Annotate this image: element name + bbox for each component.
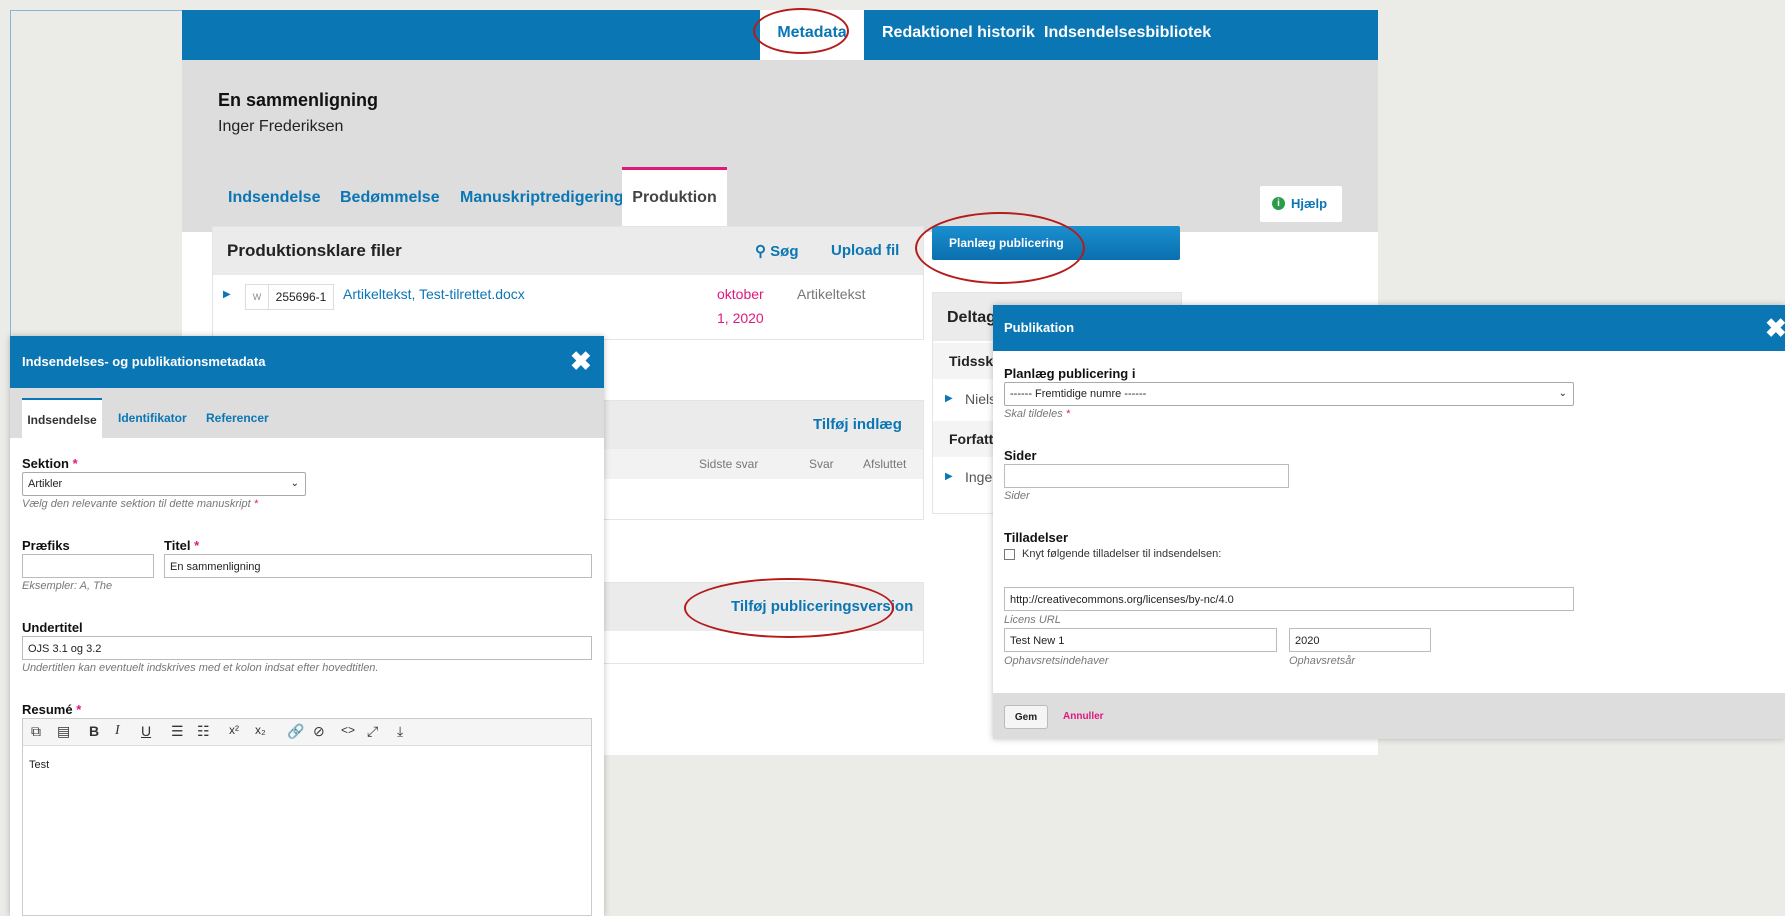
col-last-reply: Sidste svar	[699, 457, 759, 471]
tab-references[interactable]: Referencer	[206, 398, 269, 438]
tab-submission[interactable]: Indsendelse	[228, 170, 320, 230]
bold-icon[interactable]: B	[89, 723, 99, 739]
copy-icon[interactable]: ⧉	[31, 723, 41, 740]
pages-hint: Sider	[1004, 490, 1030, 502]
copyright-holder-input[interactable]: Test New 1	[1004, 628, 1277, 652]
participant-name[interactable]: Inge	[965, 469, 992, 485]
abstract-label: Resumé *	[22, 702, 82, 717]
role-authors: Forfatt	[949, 431, 994, 447]
tab-submission-meta[interactable]: Indsendelse	[22, 398, 102, 440]
section-label: Sektion *	[22, 456, 78, 471]
file-id: 255696-1	[268, 284, 334, 310]
tab-identifier[interactable]: Identifikator	[118, 398, 187, 438]
help-button[interactable]: i Hjælp	[1260, 186, 1342, 222]
title-input[interactable]: En sammenligning	[164, 554, 592, 578]
nav-editorial-history[interactable]: Redaktionel historik	[882, 10, 1035, 60]
publication-modal: Publikation ✖ Planlæg publicering i ----…	[993, 305, 1785, 739]
frame-border	[10, 10, 11, 380]
issue-hint: Skal tildeles *	[1004, 408, 1071, 420]
prefix-label: Præfiks	[22, 538, 70, 553]
help-label: Hjælp	[1291, 196, 1328, 211]
license-url-hint: Licens URL	[1004, 614, 1061, 626]
annotation-ellipse	[753, 8, 849, 54]
file-type: Artikeltekst	[797, 286, 866, 302]
annotation-ellipse	[915, 212, 1085, 284]
section-select[interactable]: Artikler ⌄	[22, 472, 306, 496]
modal-footer	[993, 693, 1785, 739]
abstract-text[interactable]: Test	[29, 759, 49, 771]
permissions-label: Tilladelser	[1004, 530, 1069, 545]
modal-title: Publikation	[1004, 320, 1075, 335]
expand-arrow-icon[interactable]: ▶	[945, 471, 953, 482]
copyright-holder-hint: Ophavsretsindehaver	[1004, 655, 1109, 667]
frame-border	[10, 10, 182, 11]
bullet-list-icon[interactable]: ☰	[171, 723, 184, 740]
file-date: 1, 2020	[717, 310, 764, 326]
subtitle-hint: Undertitlen kan eventuelt indskrives med…	[22, 662, 379, 674]
prefix-input[interactable]	[22, 554, 154, 578]
tab-review[interactable]: Bedømmelse	[340, 170, 440, 230]
add-discussion-link[interactable]: Tilføj indlæg	[813, 416, 902, 433]
section-hint: Vælg den relevante sektion til dette man…	[22, 498, 259, 510]
cancel-link[interactable]: Annuller	[1063, 711, 1104, 722]
copyright-year-hint: Ophavsretsår	[1289, 655, 1356, 667]
col-replies: Svar	[809, 457, 834, 471]
chevron-down-icon: ⌄	[290, 478, 299, 489]
word-file-icon: W	[245, 284, 268, 310]
prefix-hint: Eksempler: A, The	[22, 580, 113, 592]
pages-label: Sider	[1004, 448, 1037, 463]
close-icon[interactable]: ✖	[1765, 315, 1785, 341]
file-name-link[interactable]: Artikeltekst, Test-tilrettet.docx	[343, 286, 525, 302]
title-label: Titel *	[164, 538, 200, 553]
modal-title: Indsendelses- og publikationsmetadata	[22, 354, 266, 369]
info-icon: i	[1272, 197, 1285, 210]
expand-arrow-icon[interactable]: ▶	[945, 393, 953, 404]
modal-header: Indsendelses- og publikationsmetadata	[10, 336, 604, 388]
issue-select[interactable]: ------ Fremtidige numre ------ ⌄	[1004, 382, 1574, 406]
unlink-icon[interactable]: ⊘	[313, 723, 325, 740]
participants-title: Deltag	[947, 309, 996, 326]
participant-name[interactable]: Niels	[965, 391, 996, 407]
permissions-checkbox[interactable]	[1004, 549, 1015, 560]
panel-title: Produktionsklare filer	[227, 241, 402, 260]
pages-input[interactable]	[1004, 464, 1289, 488]
subtitle-input[interactable]: OJS 3.1 og 3.2	[22, 636, 592, 660]
paste-icon[interactable]: ▤	[57, 723, 70, 740]
copyright-year-input[interactable]: 2020	[1289, 628, 1431, 652]
expand-arrow-icon[interactable]: ▶	[223, 289, 231, 300]
code-icon[interactable]: <>	[341, 723, 355, 737]
abstract-editor: ⧉ ▤ B I U ☰ ☷ x² x₂ 🔗 ⊘ <> ⤢ ⤓ Test	[22, 718, 592, 916]
upload-icon[interactable]: ⤓	[397, 723, 403, 740]
superscript-icon[interactable]: x²	[229, 723, 239, 737]
col-closed: Afsluttet	[863, 457, 907, 471]
tab-copyediting[interactable]: Manuskriptredigering	[460, 170, 624, 230]
submission-author: Inger Frederiksen	[218, 118, 344, 135]
editor-toolbar: ⧉ ▤ B I U ☰ ☷ x² x₂ 🔗 ⊘ <> ⤢ ⤓	[23, 719, 591, 746]
subtitle-label: Undertitel	[22, 620, 83, 635]
submission-title: En sammenligning	[218, 90, 379, 110]
numbered-list-icon[interactable]: ☷	[197, 723, 210, 740]
schedule-in-label: Planlæg publicering i	[1004, 366, 1136, 381]
search-link[interactable]: ⚲ Søg	[755, 242, 799, 260]
link-icon[interactable]: 🔗	[287, 723, 304, 740]
tab-production[interactable]: Produktion	[622, 167, 727, 230]
search-icon: ⚲	[755, 243, 766, 260]
role-journal-manager: Tidsskr	[949, 353, 999, 369]
underline-icon[interactable]: U	[141, 723, 151, 739]
chevron-down-icon: ⌄	[1558, 388, 1567, 399]
nav-submission-library[interactable]: Indsendelsesbibliotek	[1044, 10, 1211, 60]
license-url-input[interactable]: http://creativecommons.org/licenses/by-n…	[1004, 587, 1574, 611]
close-icon[interactable]: ✖	[570, 348, 592, 374]
save-button[interactable]: Gem	[1004, 705, 1048, 729]
modal-header: Publikation	[993, 305, 1785, 351]
italic-icon[interactable]: I	[115, 723, 120, 739]
permissions-checkbox-label: Knyt følgende tilladelser til indsendels…	[1022, 548, 1222, 560]
file-date: oktober	[717, 286, 764, 302]
subscript-icon[interactable]: x₂	[255, 723, 266, 737]
upload-file-link[interactable]: Upload fil	[831, 242, 899, 259]
metadata-modal: Indsendelses- og publikationsmetadata ✖ …	[10, 336, 604, 916]
fullscreen-icon[interactable]: ⤢	[367, 723, 378, 740]
annotation-ellipse	[684, 578, 894, 638]
production-files-panel: Produktionsklare filer ⚲ Søg Upload fil …	[212, 226, 924, 340]
